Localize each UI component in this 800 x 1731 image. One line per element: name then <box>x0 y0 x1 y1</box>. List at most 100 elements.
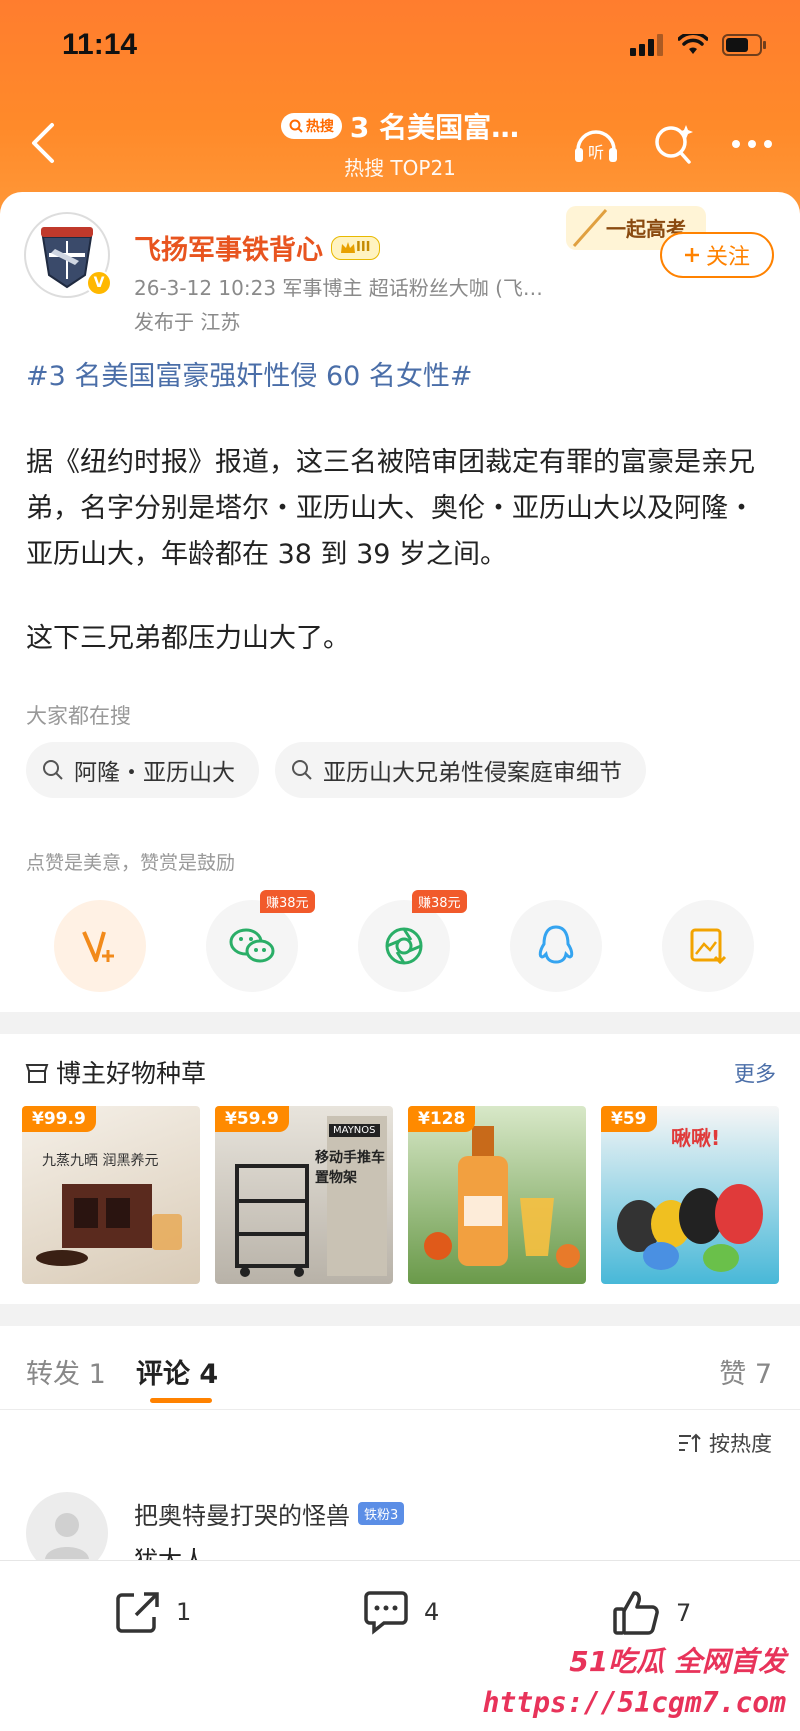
product-caption: 九蒸九晒 润黑养元 <box>42 1153 159 1169</box>
product-image-tea <box>36 1184 182 1266</box>
plus-icon <box>684 248 699 262</box>
back-button[interactable] <box>18 118 68 168</box>
default-avatar-icon <box>45 1513 89 1559</box>
watermark-line-1: 51吃瓜 全网首发 <box>569 1645 786 1678</box>
goods-more-link[interactable]: 更多 <box>734 1058 776 1088</box>
status-time: 11:14 <box>62 28 138 61</box>
wifi-icon <box>678 34 708 54</box>
verified-badge-icon: V <box>86 270 112 296</box>
sort-label: 按热度 <box>709 1432 772 1456</box>
listen-button[interactable]: 听 <box>572 120 620 168</box>
earn-badge: 赚38元 <box>412 890 467 913</box>
more-button[interactable] <box>728 120 776 168</box>
share-wechat-button[interactable]: 赚38元 <box>206 890 315 992</box>
nav-actions: 听 <box>572 120 776 168</box>
post-body-paragraph-1: 据《纽约时报》报道，这三名被陪审团裁定有罪的富豪是亲兄弟，名字分别是塔尔・亚历山… <box>26 447 755 570</box>
comment-item: 把奥特曼打哭的怪兽 铁粉3 犹太人 <box>26 1490 786 1574</box>
search-icon <box>292 760 312 780</box>
comment-count: 4 <box>424 1598 440 1626</box>
related-search-chips: 阿隆・亚历山大 亚历山大兄弟性侵案庭审细节 <box>26 742 646 798</box>
battery-icon <box>722 34 766 56</box>
status-bar: 11:14 <box>0 0 800 100</box>
search-icon <box>43 760 63 780</box>
more-dots-icon <box>732 140 772 148</box>
post-card: V 飞扬军事铁背心 III 26-3-12 10:23 军事博主 超话粉丝大咖 … <box>0 192 800 1012</box>
product-brand: MAYNOS <box>329 1124 380 1137</box>
like-count: 7 <box>676 1599 692 1627</box>
nav-subtitle: 热搜 TOP21 <box>344 156 456 180</box>
comment-button[interactable]: 4 <box>362 1589 439 1635</box>
product-price: ¥59 <box>601 1106 657 1132</box>
fan-badge: 铁粉3 <box>358 1502 405 1525</box>
level-badge: III <box>331 235 380 260</box>
qq-penguin-icon <box>538 925 574 964</box>
crown-icon <box>341 241 355 253</box>
share-moments-button[interactable]: 赚38元 <box>358 890 467 992</box>
product-card[interactable]: MAYNOS 移动手推车 置物架 ¥59.9 <box>215 1106 393 1284</box>
reward-button[interactable] <box>54 900 146 992</box>
related-search-label: 大家都在搜 <box>26 704 131 728</box>
nav-title-block[interactable]: 热搜 3 名美国富… 热搜 TOP21 <box>250 106 550 181</box>
shop-icon <box>25 1064 49 1083</box>
post-body-paragraph-2: 这下三兄弟都压力山大了。 <box>26 623 350 654</box>
wechat-icon <box>229 928 275 963</box>
product-caption: 移动手推车 置物架 <box>315 1150 385 1186</box>
moments-icon <box>385 927 423 965</box>
share-qq-button[interactable] <box>510 900 602 992</box>
signal-icon <box>630 34 663 56</box>
author-name: 飞扬军事铁背心 <box>134 235 323 266</box>
like-button[interactable]: 7 <box>612 1589 691 1637</box>
svg-text:听: 听 <box>588 143 604 162</box>
product-price: ¥59.9 <box>215 1106 289 1132</box>
repost-icon <box>116 1592 159 1633</box>
section-divider <box>0 1012 800 1034</box>
earn-badge: 赚38元 <box>260 890 315 913</box>
goods-row: 九蒸九晒 润黑养元 ¥99.9 MAYNOS 移动手推车 置物架 ¥59.9 ¥… <box>22 1106 779 1284</box>
status-icons <box>630 34 768 56</box>
search-sparkle-icon <box>655 125 693 164</box>
tab-repost[interactable]: 转发 1 <box>26 1352 106 1391</box>
headphones-icon: 听 <box>575 130 617 162</box>
product-card[interactable]: 啾啾! ¥59 <box>601 1106 779 1284</box>
commenter-name-row[interactable]: 把奥特曼打哭的怪兽 铁粉3 <box>134 1496 405 1531</box>
author-name-row[interactable]: 飞扬军事铁背心 III <box>134 228 380 267</box>
sort-icon <box>679 1433 701 1452</box>
save-image-button[interactable] <box>662 900 754 992</box>
thumbs-up-icon <box>613 1591 659 1635</box>
commenter-name: 把奥特曼打哭的怪兽 <box>134 1502 350 1530</box>
comment-icon <box>364 1591 408 1635</box>
repost-button[interactable]: 1 <box>114 1589 191 1635</box>
tab-comments[interactable]: 评论 4 <box>136 1352 218 1391</box>
related-search-chip[interactable]: 亚历山大兄弟性侵案庭审细节 <box>275 742 646 798</box>
tab-likes[interactable]: 赞 7 <box>719 1352 772 1391</box>
related-search-chip[interactable]: 阿隆・亚历山大 <box>26 742 259 798</box>
watermark-line-2: https://51cgm7.com <box>482 1686 786 1719</box>
follow-button[interactable]: 关注 <box>660 232 774 278</box>
nav-title: 3 名美国富… <box>349 111 520 144</box>
search-icon <box>289 119 303 133</box>
goods-title-row: 博主好物种草 <box>24 1054 206 1090</box>
product-price: ¥128 <box>408 1106 476 1132</box>
hot-search-badge: 热搜 <box>280 113 342 139</box>
search-sparkle-button[interactable] <box>650 120 698 168</box>
chevron-left-icon <box>32 123 54 163</box>
image-download-icon <box>690 928 727 965</box>
product-price: ¥99.9 <box>22 1106 96 1132</box>
hot-search-badge-label: 热搜 <box>305 119 334 135</box>
sort-toggle[interactable]: 按热度 <box>677 1428 772 1458</box>
topic-hashtag-link[interactable]: #3 名美国富豪强奸性侵 60 名女性# <box>26 354 473 393</box>
product-card[interactable]: ¥128 <box>408 1106 586 1284</box>
section-divider <box>0 1304 800 1326</box>
post-meta: 26-3-12 10:23 军事博主 超话粉丝大咖 (飞… <box>134 276 543 300</box>
active-tab-indicator <box>150 1398 212 1403</box>
navbar: 热搜 3 名美国富… 热搜 TOP21 听 <box>0 100 800 190</box>
repost-count: 1 <box>176 1598 192 1626</box>
goods-title: 博主好物种草 <box>56 1059 207 1088</box>
interaction-tabs: 转发 1 评论 4 赞 7 <box>0 1326 800 1410</box>
v-plus-icon <box>82 931 114 962</box>
level-badge-label: III <box>356 240 371 255</box>
product-card[interactable]: 九蒸九晒 润黑养元 ¥99.9 <box>22 1106 200 1284</box>
author-avatar[interactable]: V <box>24 212 112 298</box>
product-caption: 啾啾! <box>671 1126 721 1150</box>
related-search-chip-label: 阿隆・亚历山大 <box>74 760 235 786</box>
